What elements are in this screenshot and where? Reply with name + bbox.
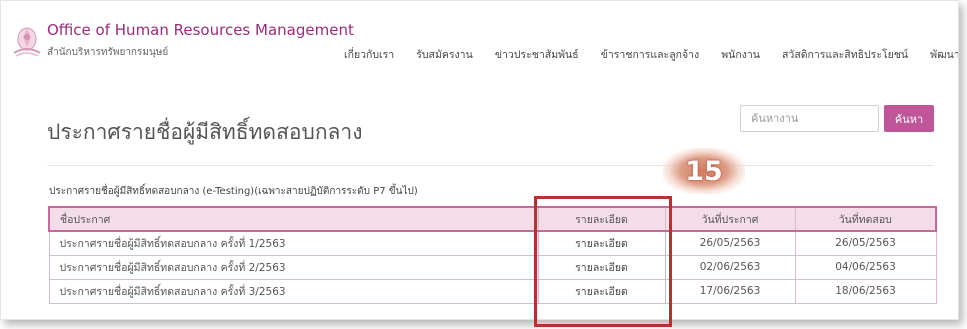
column-header-name: ชื่อประกาศ (48, 206, 539, 232)
test-date: 26/05/2563 (794, 230, 937, 256)
nav-item-development[interactable]: พัฒนาบุคลากร (930, 46, 958, 63)
divider (47, 165, 934, 166)
search-button[interactable]: ค้นหา (884, 105, 934, 132)
nav-item-news[interactable]: ข่าวประชาสัมพันธ์ (495, 46, 579, 63)
nav-item-jobs[interactable]: รับสมัครงาน (416, 46, 473, 63)
column-header-announce-date: วันที่ประกาศ (664, 206, 796, 232)
table-row: ประกาศรายชื่อผู้มีสิทธิ์ทดสอบกลาง ครั้งท… (48, 254, 937, 280)
test-date: 04/06/2563 (794, 254, 937, 280)
test-date: 18/06/2563 (794, 278, 937, 304)
site-logo-subtitle: สำนักบริหารทรัพยากรมนุษย์ (47, 47, 169, 58)
column-header-test-date: วันที่ทดสอบ (794, 206, 937, 232)
table-row: ประกาศรายชื่อผู้มีสิทธิ์ทดสอบกลาง ครั้งท… (48, 278, 937, 304)
step-number: 15 (685, 155, 723, 187)
nav-item-welfare[interactable]: สวัสดิการและสิทธิประโยชน์ (782, 46, 908, 63)
detail-link[interactable]: รายละเอียด (575, 262, 628, 274)
detail-link[interactable]: รายละเอียด (575, 286, 628, 298)
column-header-detail: รายละเอียด (537, 206, 666, 232)
organization-seal-icon (13, 27, 41, 57)
step-number-badge: 15 (663, 148, 745, 194)
site-logo-text[interactable]: Office of Human Resources Management (47, 21, 354, 39)
browser-page: Office of Human Resources Management สำน… (0, 0, 959, 320)
announce-date: 17/06/2563 (664, 278, 796, 304)
announce-date: 26/05/2563 (664, 230, 796, 256)
site-header: Office of Human Resources Management สำน… (1, 1, 958, 81)
nav-item-civil-servants[interactable]: ข้าราชการและลูกจ้าง (601, 46, 699, 63)
page-title: ประกาศรายชื่อผู้มีสิทธิ์ทดสอบกลาง (47, 120, 363, 144)
announce-date: 02/06/2563 (664, 254, 796, 280)
main-nav: เกี่ยวกับเรา รับสมัครงาน ข่าวประชาสัมพัน… (344, 43, 958, 63)
detail-link[interactable]: รายละเอียด (575, 238, 628, 250)
announcement-name: ประกาศรายชื่อผู้มีสิทธิ์ทดสอบกลาง ครั้งท… (48, 254, 539, 280)
section-heading: ประกาศรายชื่อผู้มีสิทธิ์ทดสอบกลาง (e-Tes… (49, 186, 418, 197)
announcement-name: ประกาศรายชื่อผู้มีสิทธิ์ทดสอบกลาง ครั้งท… (48, 278, 539, 304)
nav-item-employees[interactable]: พนักงาน (721, 46, 760, 63)
table-header-row: ชื่อประกาศ รายละเอียด วันที่ประกาศ วันที… (48, 206, 937, 232)
search-input[interactable] (740, 105, 879, 132)
table-row: ประกาศรายชื่อผู้มีสิทธิ์ทดสอบกลาง ครั้งท… (48, 230, 937, 256)
nav-item-about[interactable]: เกี่ยวกับเรา (344, 46, 394, 63)
announcements-table: ชื่อประกาศ รายละเอียด วันที่ประกาศ วันที… (48, 206, 937, 304)
announcement-name: ประกาศรายชื่อผู้มีสิทธิ์ทดสอบกลาง ครั้งท… (48, 230, 539, 256)
